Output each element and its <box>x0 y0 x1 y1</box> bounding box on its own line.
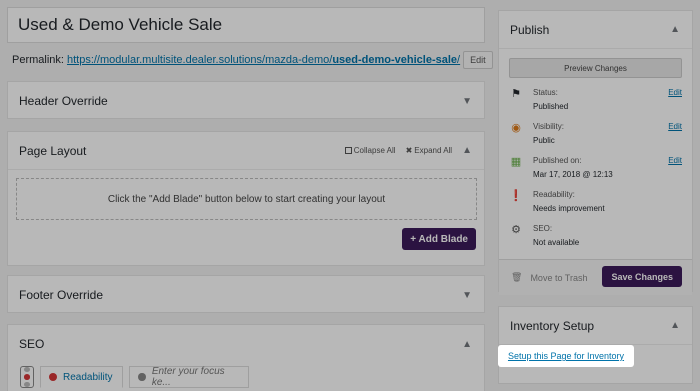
post-title-input[interactable]: Used & Demo Vehicle Sale <box>7 7 485 43</box>
chevron-up-icon: ▲ <box>670 24 680 35</box>
header-override-title: Header Override <box>19 94 108 108</box>
add-blade-button[interactable]: + Add Blade <box>402 228 476 250</box>
chevron-up-icon[interactable]: ▲ <box>462 145 472 156</box>
setup-inventory-link[interactable]: Setup this Page for Inventory <box>498 345 634 367</box>
preview-changes-button[interactable]: Preview Changes <box>509 58 682 78</box>
trash-label: Move to Trash <box>530 272 588 283</box>
status-label: Status: <box>533 88 558 97</box>
gauge-icon: ⚙ <box>511 224 521 236</box>
permalink-tail: / <box>457 54 461 66</box>
traffic-light-icon <box>20 366 34 388</box>
readability-value: Needs improvement <box>533 204 605 213</box>
seo-header[interactable]: SEO ▲ <box>8 325 484 363</box>
published-on-value: Mar 17, 2018 @ 12:13 <box>533 170 613 179</box>
visibility-item: ◉ Visibility: Public Edit <box>509 121 682 151</box>
calendar-icon: ▦ <box>510 156 522 168</box>
warning-icon: ❗ <box>509 190 523 202</box>
page-layout-header: Page Layout Collapse All ✖ Expand All ▲ <box>8 132 484 170</box>
seo-value: Not available <box>533 238 580 247</box>
expand-all-button[interactable]: ✖ Expand All <box>406 146 453 155</box>
readability-item: ❗ Readability: Needs improvement <box>509 189 682 219</box>
inventory-setup-header[interactable]: Inventory Setup ▲ <box>499 307 692 345</box>
seo-tabs: Readability Enter your focus ke... <box>8 362 484 391</box>
focus-keyword-input[interactable]: Enter your focus ke... <box>129 366 250 388</box>
footer-override-title: Footer Override <box>19 288 104 302</box>
permalink-base: https://modular.multisite.dealer.solutio… <box>66 54 333 66</box>
gray-dot-icon <box>138 373 146 381</box>
published-on-edit-link[interactable]: Edit <box>668 156 682 165</box>
visibility-label: Visibility: <box>533 122 564 131</box>
collapse-all-button[interactable]: Collapse All <box>344 146 396 155</box>
footer-override-toggle[interactable]: Footer Override ▼ <box>8 276 484 314</box>
page-layout-box: Page Layout Collapse All ✖ Expand All ▲ C… <box>7 131 485 266</box>
publish-box: Publish ▲ Preview Changes ⚑ Status: Publ… <box>498 10 693 295</box>
chevron-up-icon: ▲ <box>462 338 472 350</box>
readability-label: Readability: <box>533 190 575 199</box>
expand-icon: ✖ <box>405 146 413 155</box>
focus-keyword-placeholder: Enter your focus ke... <box>151 366 225 388</box>
tab-readability-label: Readability <box>63 371 113 383</box>
expand-all-label: Expand All <box>414 146 453 155</box>
permalink-edit-button[interactable]: Edit <box>463 51 493 69</box>
inventory-setup-title: Inventory Setup <box>510 318 595 333</box>
seo-item: ⚙ SEO: Not available <box>509 223 682 253</box>
publish-header[interactable]: Publish ▲ <box>499 11 692 49</box>
status-item: ⚑ Status: Published Edit <box>509 87 682 117</box>
header-override-toggle[interactable]: Header Override ▼ <box>8 82 484 120</box>
permalink-slug: used-demo-vehicle-sale <box>332 54 458 66</box>
collapse-all-label: Collapse All <box>353 146 396 155</box>
footer-override-box: Footer Override ▼ <box>7 275 485 313</box>
permalink-link[interactable]: https://modular.multisite.dealer.solutio… <box>67 54 460 66</box>
published-on-item: ▦ Published on: Mar 17, 2018 @ 12:13 Edi… <box>509 155 682 185</box>
publish-actions: 🗑 Move to Trash Save Changes <box>499 259 692 295</box>
header-override-box: Header Override ▼ <box>7 81 485 119</box>
status-edit-link[interactable]: Edit <box>668 88 682 97</box>
collapse-icon <box>344 147 352 154</box>
seo-box: SEO ▲ Readability Enter your focus ke... <box>7 324 485 391</box>
dropzone-text: Click the "Add Blade" button below to st… <box>107 193 386 205</box>
chevron-down-icon: ▼ <box>462 289 472 301</box>
publish-title: Publish <box>510 22 550 37</box>
eye-icon: ◉ <box>511 122 521 134</box>
flag-icon: ⚑ <box>511 88 521 100</box>
tab-readability[interactable]: Readability <box>40 366 124 388</box>
seo-title: SEO <box>19 337 45 351</box>
visibility-edit-link[interactable]: Edit <box>668 122 682 131</box>
chevron-down-icon: ▼ <box>462 95 472 107</box>
blade-dropzone: Click the "Add Blade" button below to st… <box>16 178 477 220</box>
permalink-row: Permalink: https://modular.multisite.dea… <box>12 50 493 70</box>
published-on-label: Published on: <box>533 156 582 165</box>
move-to-trash-link[interactable]: 🗑 Move to Trash <box>511 272 587 283</box>
page-layout-title: Page Layout <box>19 143 87 158</box>
trash-icon: 🗑 <box>511 272 523 282</box>
chevron-up-icon: ▲ <box>670 320 680 331</box>
permalink-label: Permalink: <box>12 54 64 66</box>
save-changes-button[interactable]: Save Changes <box>602 266 682 287</box>
red-dot-icon <box>49 373 57 381</box>
visibility-value: Public <box>533 136 555 145</box>
seo-label: SEO: <box>533 224 553 233</box>
status-value: Published <box>533 102 569 111</box>
